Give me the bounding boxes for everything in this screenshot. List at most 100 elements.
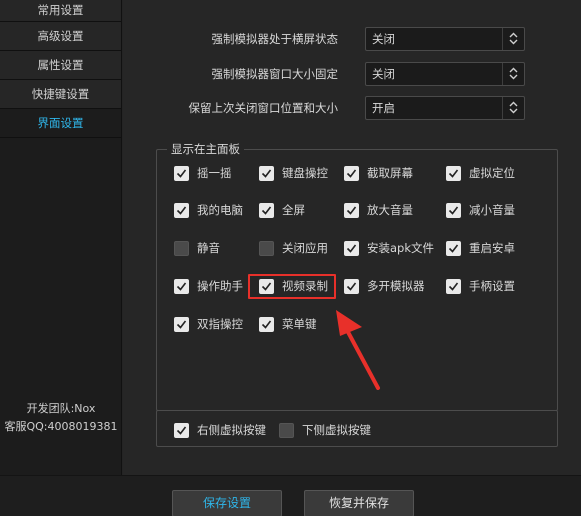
checkbox[interactable]: [344, 203, 359, 218]
panel-option-keyboard[interactable]: 键盘操控: [259, 166, 354, 182]
panel-option-two-finger-control[interactable]: 双指操控: [174, 317, 269, 333]
checkbox[interactable]: [259, 166, 274, 181]
checkbox[interactable]: [174, 241, 189, 256]
checkbox[interactable]: [259, 241, 274, 256]
sidebar: 常用设置 高级设置 属性设置 快捷键设置 界面设置 开发团队:Nox 客服QQ:…: [0, 0, 122, 475]
panel-option-volume-up[interactable]: 放大音量: [344, 203, 439, 219]
save-settings-button[interactable]: 保存设置: [172, 490, 282, 516]
panel-option-install-apk[interactable]: 安装apk文件: [344, 241, 439, 257]
highlight-box: [248, 274, 336, 299]
setting-row-keep-position: 保留上次关闭窗口位置和大小: [123, 96, 339, 120]
updown-arrow-icon: [502, 63, 524, 85]
checkbox[interactable]: [259, 317, 274, 332]
checkbox-label: 右侧虚拟按键: [197, 423, 266, 437]
checkbox-label: 截取屏幕: [367, 166, 413, 180]
dev-team-text: 开发团队:Nox: [26, 402, 96, 415]
setting-label: 强制模拟器窗口大小固定: [211, 67, 339, 81]
checkbox-label: 双指操控: [197, 317, 243, 331]
sidebar-item-interface[interactable]: 界面设置: [0, 109, 121, 138]
setting-row-landscape: 强制模拟器处于横屏状态: [123, 27, 339, 51]
checkbox-label: 虚拟定位: [469, 166, 515, 180]
select-value: 开启: [372, 101, 395, 115]
checkmark-icon: [176, 169, 187, 178]
checkbox[interactable]: [174, 423, 189, 438]
checkbox-label: 摇一摇: [197, 166, 232, 180]
checkmark-icon: [346, 244, 357, 253]
setting-label: 保留上次关闭窗口位置和大小: [188, 101, 339, 115]
checkbox-label: 全屏: [282, 203, 305, 217]
updown-arrow-icon: [502, 97, 524, 119]
checkmark-icon: [346, 169, 357, 178]
panel-option-shake[interactable]: 摇一摇: [174, 166, 269, 182]
panel-option-my-computer[interactable]: 我的电脑: [174, 203, 269, 219]
fixed-size-select[interactable]: 关闭: [365, 62, 525, 86]
checkbox-label: 放大音量: [367, 203, 413, 217]
checkbox-label: 减小音量: [469, 203, 515, 217]
updown-arrow-icon: [502, 28, 524, 50]
checkmark-icon: [176, 206, 187, 215]
virtual-key-right[interactable]: 右侧虚拟按键: [174, 423, 274, 439]
landscape-select[interactable]: 关闭: [365, 27, 525, 51]
panel-option-close-app[interactable]: 关闭应用: [259, 241, 354, 257]
checkbox-label: 键盘操控: [282, 166, 328, 180]
checkbox[interactable]: [344, 166, 359, 181]
checkbox[interactable]: [446, 241, 461, 256]
checkbox-label: 操作助手: [197, 279, 243, 293]
checkmark-icon: [448, 169, 459, 178]
main-panel-title: 显示在主面板: [167, 141, 244, 157]
sidebar-item-shortcuts[interactable]: 快捷键设置: [0, 80, 121, 109]
checkmark-icon: [261, 320, 272, 329]
panel-option-restart-android[interactable]: 重启安卓: [446, 241, 541, 257]
panel-option-fullscreen[interactable]: 全屏: [259, 203, 354, 219]
support-qq-text: 客服QQ:4008019381: [4, 420, 118, 433]
checkmark-icon: [448, 282, 459, 291]
virtual-key-bottom[interactable]: 下侧虚拟按键: [279, 423, 379, 439]
setting-row-fixed-size: 强制模拟器窗口大小固定: [123, 62, 339, 86]
select-value: 关闭: [372, 67, 395, 81]
checkbox[interactable]: [174, 317, 189, 332]
checkbox[interactable]: [279, 423, 294, 438]
checkbox[interactable]: [446, 279, 461, 294]
checkmark-icon: [346, 282, 357, 291]
panel-option-virtual-location[interactable]: 虚拟定位: [446, 166, 541, 182]
checkbox[interactable]: [174, 166, 189, 181]
panel-option-multi-instance[interactable]: 多开模拟器: [344, 279, 439, 295]
checkbox[interactable]: [174, 203, 189, 218]
sidebar-item-properties[interactable]: 属性设置: [0, 51, 121, 80]
setting-label: 强制模拟器处于横屏状态: [211, 32, 339, 46]
checkbox-label: 关闭应用: [282, 241, 328, 255]
checkmark-icon: [176, 282, 187, 291]
checkbox-label: 静音: [197, 241, 220, 255]
panel-option-gamepad-settings[interactable]: 手柄设置: [446, 279, 541, 295]
annotation-arrow-icon: [336, 310, 380, 390]
settings-main: 强制模拟器处于横屏状态 关闭 强制模拟器窗口大小固定 关闭 保留上次关闭窗口位置…: [123, 0, 581, 475]
checkbox[interactable]: [259, 203, 274, 218]
checkmark-icon: [346, 206, 357, 215]
checkmark-icon: [261, 169, 272, 178]
checkbox-label: 手柄设置: [469, 279, 515, 293]
checkmark-icon: [448, 244, 459, 253]
checkbox[interactable]: [174, 279, 189, 294]
checkbox-label: 多开模拟器: [367, 279, 425, 293]
checkmark-icon: [261, 206, 272, 215]
checkbox-label: 下侧虚拟按键: [302, 423, 371, 437]
sidebar-item-common[interactable]: 常用设置: [0, 0, 121, 22]
checkbox[interactable]: [446, 203, 461, 218]
checkbox-label: 菜单键: [282, 317, 317, 331]
panel-option-screenshot[interactable]: 截取屏幕: [344, 166, 439, 182]
footer-bar: 保存设置 恢复并保存: [0, 475, 581, 516]
panel-option-mute[interactable]: 静音: [174, 241, 269, 257]
select-value: 关闭: [372, 32, 395, 46]
restore-and-save-button[interactable]: 恢复并保存: [304, 490, 414, 516]
checkbox-label: 重启安卓: [469, 241, 515, 255]
checkmark-icon: [448, 206, 459, 215]
checkbox[interactable]: [344, 279, 359, 294]
checkbox-label: 我的电脑: [197, 203, 243, 217]
panel-option-volume-down[interactable]: 减小音量: [446, 203, 541, 219]
keep-position-select[interactable]: 开启: [365, 96, 525, 120]
checkbox[interactable]: [446, 166, 461, 181]
sidebar-item-advanced[interactable]: 高级设置: [0, 22, 121, 51]
checkbox[interactable]: [344, 241, 359, 256]
checkmark-icon: [176, 320, 187, 329]
checkbox-label: 安装apk文件: [367, 241, 435, 255]
